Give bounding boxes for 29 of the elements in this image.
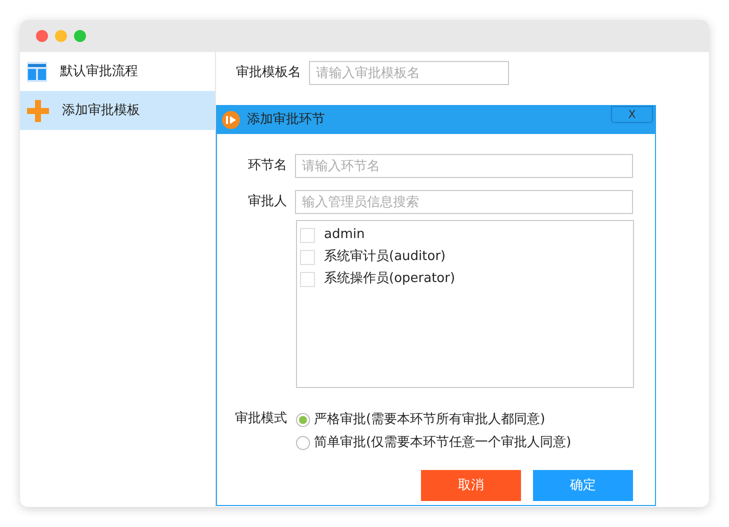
- field-label: 审批人: [247, 193, 287, 212]
- sidebar-item[interactable]: 添加审批模板: [20, 91, 215, 130]
- cancel-button[interactable]: 取消: [421, 470, 521, 501]
- plus-icon: [26, 98, 50, 122]
- close-button[interactable]: X: [611, 106, 653, 123]
- input-field[interactable]: 输入管理员信息搜索: [295, 190, 633, 214]
- play-icon: [221, 110, 241, 130]
- option-label: admin: [324, 226, 365, 244]
- option-label: 简单审批(仅需要本环节任意一个审批人同意): [314, 434, 572, 452]
- field-label: 环节名: [247, 157, 287, 176]
- window-control-dot[interactable]: [36, 30, 48, 42]
- radio-button[interactable]: [296, 412, 310, 426]
- input-field[interactable]: 请输入环节名: [295, 154, 633, 178]
- layout-icon: [26, 60, 48, 82]
- option-label: 严格审批(需要本环节所有审批人都同意): [314, 410, 546, 429]
- sidebar-item[interactable]: 默认审批流程: [20, 52, 215, 91]
- field-label: 审批模板名: [236, 64, 301, 82]
- window-control-dot[interactable]: [55, 30, 67, 42]
- field-label: 审批模式: [234, 410, 287, 428]
- checkbox[interactable]: [300, 272, 315, 286]
- checkbox[interactable]: [300, 228, 315, 242]
- input-field[interactable]: 请输入审批模板名: [309, 61, 509, 85]
- window-control-dot[interactable]: [74, 30, 86, 42]
- dialog-title: 添加审批环节: [247, 110, 325, 129]
- checkbox[interactable]: [300, 250, 315, 264]
- option-label: 系统操作员(operator): [324, 270, 456, 288]
- radio-button[interactable]: [296, 436, 310, 450]
- option-label: 系统审计员(auditor): [324, 248, 446, 266]
- confirm-button[interactable]: 确定: [533, 470, 633, 501]
